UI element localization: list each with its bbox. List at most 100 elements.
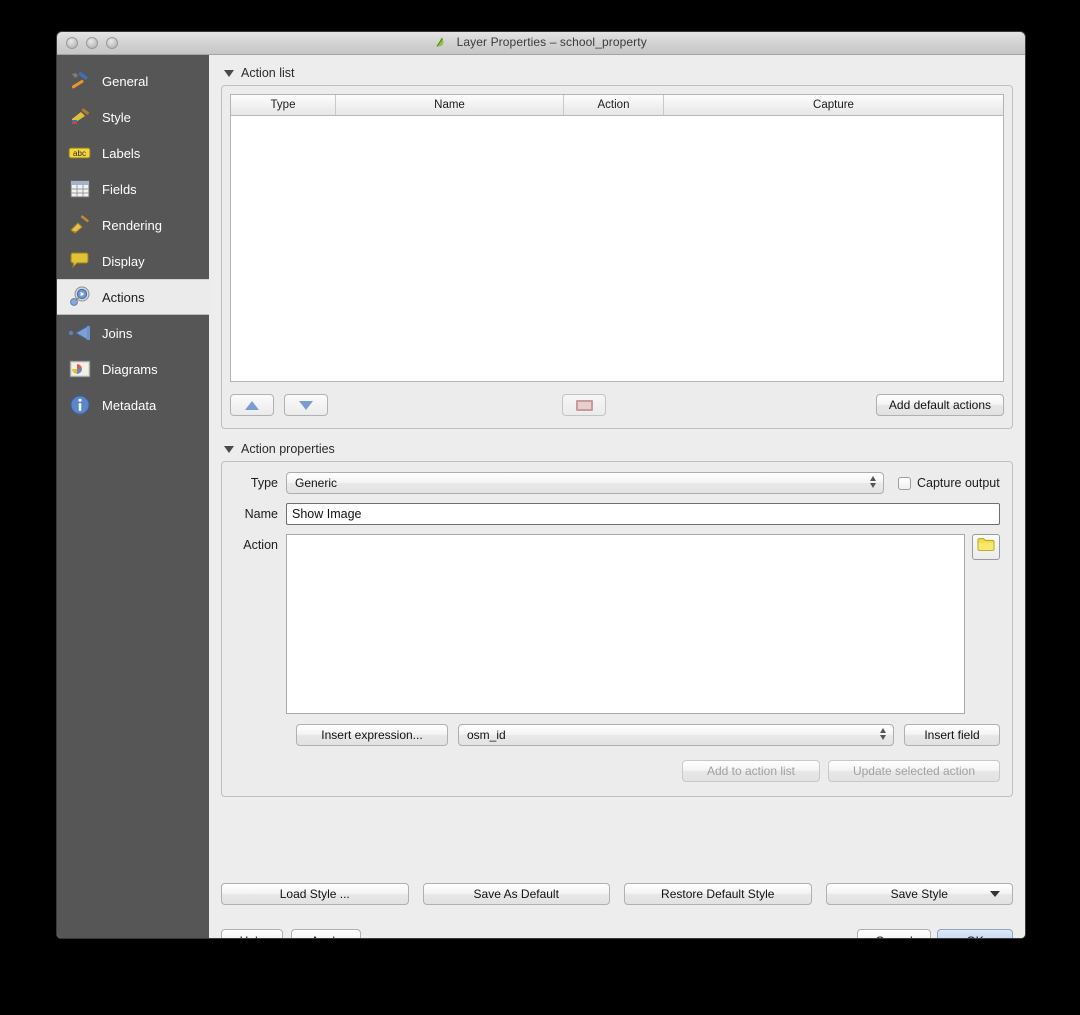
action-label: Action xyxy=(243,538,278,552)
action-list-groupbox: Type Name Action Capture Add default act… xyxy=(221,85,1013,429)
action-table-header: Type Name Action Capture xyxy=(231,95,1003,116)
action-properties-section-header[interactable]: Action properties xyxy=(224,442,1013,456)
name-input[interactable]: Show Image xyxy=(286,503,1000,525)
chevron-down-icon xyxy=(990,891,1000,897)
save-style-dropdown-button[interactable]: Save Style xyxy=(825,883,1013,905)
sidebar-item-label: Diagrams xyxy=(102,361,158,377)
apply-button[interactable]: Apply xyxy=(291,929,361,938)
insert-expression-button[interactable]: Insert expression... xyxy=(296,724,448,746)
sidebar: General Style abc Labels Fields Renderin… xyxy=(57,55,209,938)
sidebar-item-label: Actions xyxy=(102,289,145,305)
sidebar-item-metadata[interactable]: Metadata xyxy=(57,387,209,423)
insert-controls-row: Insert expression... osm_id Insert field xyxy=(296,724,1000,746)
action-list-toolbar: Add default actions xyxy=(230,390,1004,420)
add-default-actions-button[interactable]: Add default actions xyxy=(875,394,1004,416)
field-select-value: osm_id xyxy=(467,728,506,742)
update-selected-action-button[interactable]: Update selected action xyxy=(828,760,1000,782)
action-list-section-header[interactable]: Action list xyxy=(224,66,1013,80)
move-down-arrow-icon xyxy=(299,400,313,410)
insert-field-button[interactable]: Insert field xyxy=(904,724,1000,746)
action-properties-groupbox: Type Generic Capture output Name Show Im… xyxy=(221,461,1013,797)
gear-play-icon xyxy=(67,285,93,309)
folder-icon xyxy=(977,537,995,557)
add-update-row: Add to action list Update selected actio… xyxy=(234,760,1000,782)
action-row: Action xyxy=(234,534,1000,714)
chevron-updown-icon xyxy=(880,728,886,740)
capture-output-checkbox[interactable]: Capture output xyxy=(898,476,1000,490)
column-header-action[interactable]: Action xyxy=(564,95,664,115)
collapse-triangle-icon[interactable] xyxy=(224,445,234,453)
join-arrow-icon xyxy=(67,321,93,345)
svg-text:abc: abc xyxy=(73,149,86,158)
save-style-label: Save Style xyxy=(890,887,948,901)
field-select[interactable]: osm_id xyxy=(458,724,894,746)
action-table-body[interactable] xyxy=(231,116,1003,381)
window-title: Layer Properties – school_property xyxy=(57,35,1025,51)
content-area: Action list Type Name Action Capture Add… xyxy=(209,55,1025,938)
sidebar-item-fields[interactable]: Fields xyxy=(57,171,209,207)
abc-label-icon: abc xyxy=(67,141,93,165)
sidebar-item-label: Joins xyxy=(102,325,133,341)
table-grid-icon xyxy=(67,177,93,201)
column-header-capture[interactable]: Capture xyxy=(664,95,1003,115)
broom-icon xyxy=(67,213,93,237)
chevron-updown-icon xyxy=(870,476,876,488)
move-up-button[interactable] xyxy=(230,394,274,416)
column-header-name[interactable]: Name xyxy=(336,95,564,115)
window-body: General Style abc Labels Fields Renderin… xyxy=(57,55,1025,938)
load-style-button[interactable]: Load Style ... xyxy=(221,883,409,905)
browse-file-button[interactable] xyxy=(972,534,1000,560)
remove-action-icon xyxy=(575,399,593,411)
sidebar-item-general[interactable]: General xyxy=(57,63,209,99)
restore-default-style-button[interactable]: Restore Default Style xyxy=(624,883,812,905)
speech-bubble-icon xyxy=(67,249,93,273)
sidebar-item-label: Labels xyxy=(102,145,141,161)
sidebar-item-label: Fields xyxy=(102,181,137,197)
action-table[interactable]: Type Name Action Capture xyxy=(230,94,1004,382)
hammer-wrench-icon xyxy=(67,69,93,93)
sidebar-item-rendering[interactable]: Rendering xyxy=(57,207,209,243)
collapse-triangle-icon[interactable] xyxy=(224,69,234,77)
sidebar-item-labels[interactable]: abc Labels xyxy=(57,135,209,171)
sidebar-item-label: Rendering xyxy=(102,217,162,233)
column-header-type[interactable]: Type xyxy=(231,95,336,115)
paintbrush-icon xyxy=(67,105,93,129)
dialog-button-bar: Help Apply Cancel OK xyxy=(221,929,1013,938)
name-input-value: Show Image xyxy=(292,507,362,521)
type-label: Type xyxy=(250,476,278,490)
move-up-arrow-icon xyxy=(245,400,259,410)
sidebar-item-label: General xyxy=(102,73,149,89)
sidebar-item-label: Metadata xyxy=(102,397,157,413)
help-button[interactable]: Help xyxy=(221,929,283,938)
name-row: Name Show Image xyxy=(234,503,1000,525)
sidebar-item-diagrams[interactable]: Diagrams xyxy=(57,351,209,387)
sidebar-item-label: Display xyxy=(102,253,145,269)
sidebar-item-actions[interactable]: Actions xyxy=(57,279,209,315)
sidebar-item-style[interactable]: Style xyxy=(57,99,209,135)
action-textarea[interactable] xyxy=(286,534,965,714)
action-list-title: Action list xyxy=(241,66,295,80)
checkbox-box[interactable] xyxy=(898,476,911,490)
add-to-action-list-button[interactable]: Add to action list xyxy=(682,760,820,782)
save-as-default-button[interactable]: Save As Default xyxy=(422,883,610,905)
type-row: Type Generic Capture output xyxy=(234,472,1000,494)
name-label: Name xyxy=(244,507,278,521)
action-properties-title: Action properties xyxy=(241,442,335,456)
remove-action-button[interactable] xyxy=(562,394,606,416)
cancel-button[interactable]: Cancel xyxy=(857,929,931,938)
capture-output-label: Capture output xyxy=(917,476,1000,490)
type-select[interactable]: Generic xyxy=(286,472,884,494)
style-button-bar: Load Style ... Save As Default Restore D… xyxy=(221,883,1013,905)
move-down-button[interactable] xyxy=(284,394,328,416)
window-titlebar: Layer Properties – school_property xyxy=(57,32,1025,55)
qgis-leaf-icon xyxy=(435,35,448,51)
sidebar-item-label: Style xyxy=(102,109,131,125)
sidebar-item-display[interactable]: Display xyxy=(57,243,209,279)
info-circle-icon xyxy=(67,393,93,417)
type-select-value: Generic xyxy=(295,476,338,490)
chart-picture-icon xyxy=(67,357,93,381)
ok-button[interactable]: OK xyxy=(937,929,1013,938)
window-title-text: Layer Properties – school_property xyxy=(456,35,647,49)
layer-properties-window: Layer Properties – school_property Gener… xyxy=(56,31,1026,939)
sidebar-item-joins[interactable]: Joins xyxy=(57,315,209,351)
